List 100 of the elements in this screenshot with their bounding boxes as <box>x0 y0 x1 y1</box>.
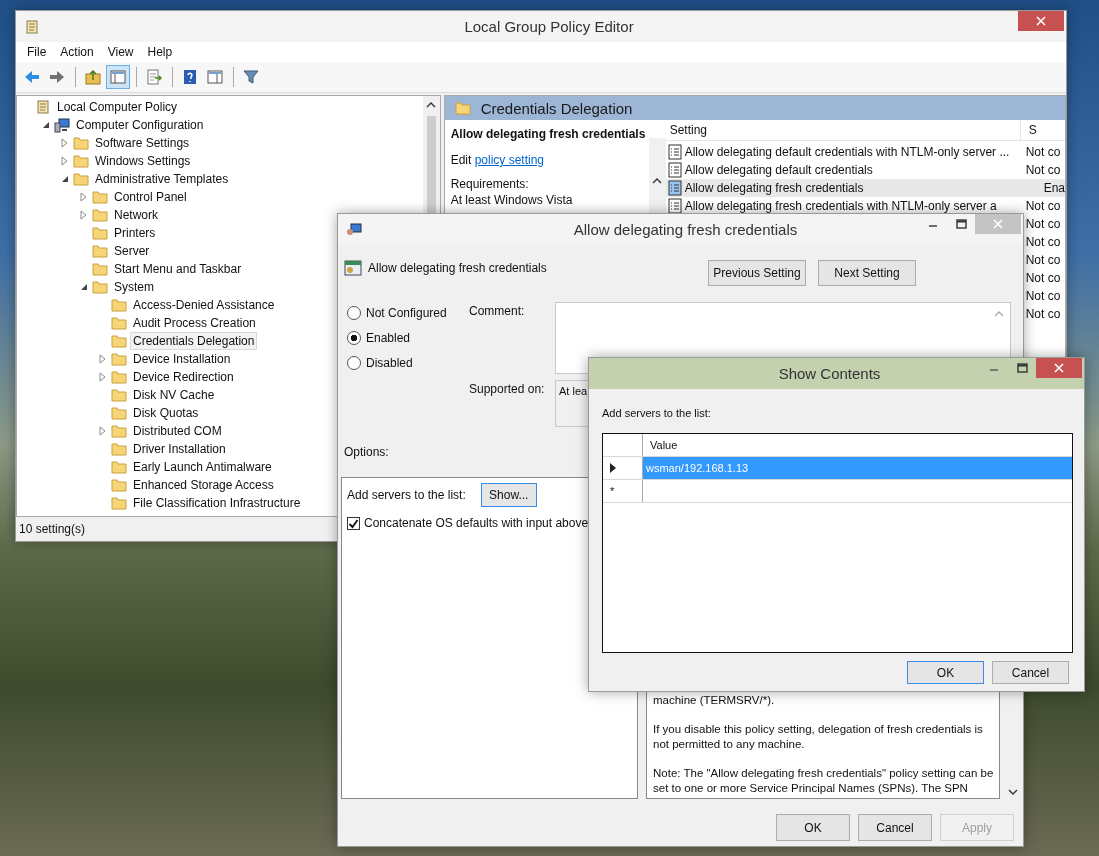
expand-arrow-icon[interactable] <box>61 156 69 166</box>
tree-item[interactable]: Access-Denied Assistance <box>130 296 278 314</box>
expand-arrow-icon[interactable] <box>61 138 69 148</box>
folder-icon <box>454 101 471 115</box>
tree-item[interactable]: Administrative Templates <box>92 170 232 188</box>
setting-state: Not co <box>1024 289 1062 303</box>
menu-item[interactable]: File <box>20 45 54 59</box>
tree-item[interactable]: Device Installation <box>130 350 234 368</box>
folder-icon <box>111 424 127 438</box>
scroll-icon <box>35 99 51 115</box>
expand-arrow-icon[interactable] <box>80 210 88 220</box>
setting-state: Not co <box>1024 163 1062 177</box>
window-title: Allow delegating fresh credentials <box>572 221 799 238</box>
tree-item[interactable]: Device Redirection <box>130 368 237 386</box>
settings-row[interactable]: Allow delegating default credentials Not co <box>665 161 1065 179</box>
settings-row[interactable]: Allow delegating default credentials with NTLM-only server ... Not co <box>665 143 1065 161</box>
tree-item[interactable]: Computer Configuration <box>73 116 207 134</box>
checkbox[interactable] <box>347 516 360 530</box>
radio-label: Disabled <box>366 356 413 370</box>
dialog-button[interactable]: OK <box>776 814 850 841</box>
scroll-up-icon[interactable] <box>426 102 437 108</box>
setting-name: Allow delegating default credentials with NTLM-only server ... <box>684 145 1010 159</box>
column-header[interactable]: Value <box>643 434 1072 456</box>
collapse-arrow-icon[interactable] <box>80 283 88 291</box>
tree-item[interactable]: Disk Quotas <box>130 404 202 422</box>
folder-icon <box>111 334 127 348</box>
tree-item[interactable]: Distributed COM <box>130 422 225 440</box>
tree-item[interactable]: Network <box>111 206 161 224</box>
policy-setting-link[interactable]: policy setting <box>474 153 545 167</box>
show-button[interactable]: Show... <box>480 483 537 507</box>
setting-name: Allow delegating fresh credentials <box>368 261 547 275</box>
setting-name: Allow delegating default credentials <box>684 163 873 177</box>
tree-pane-icon[interactable] <box>106 65 130 89</box>
tree-item[interactable]: Disk NV Cache <box>130 386 218 404</box>
radio-button[interactable] <box>347 306 361 320</box>
tree-item[interactable]: Start Menu and Taskbar <box>111 260 245 278</box>
folder-icon <box>73 172 89 186</box>
column-header[interactable]: Setting <box>665 123 1020 137</box>
tree-item[interactable]: Driver Installation <box>130 440 229 458</box>
menu-item[interactable]: Help <box>140 45 180 59</box>
folder-icon <box>111 388 127 402</box>
scroll-down-icon[interactable] <box>1008 789 1018 795</box>
status-text: 10 setting(s) <box>19 522 86 536</box>
tree-item[interactable]: File Classification Infrastructure <box>130 494 304 512</box>
current-row-icon <box>610 463 616 473</box>
help-paragraph: machine (TERMSRV/*). <box>653 693 776 708</box>
settings-row[interactable]: Allow delegating fresh credentials with NTLM-only server a Not co <box>665 197 1065 215</box>
setting-state: Not co <box>1024 199 1062 213</box>
radio-button[interactable] <box>347 331 361 345</box>
window-title: Local Group Policy Editor <box>463 18 635 35</box>
settings-row[interactable]: Allow delegating fresh credentials Ena <box>665 179 1065 197</box>
tree-item[interactable]: Control Panel <box>111 188 190 206</box>
tree-item[interactable]: Printers <box>111 224 159 242</box>
tree-item[interactable]: Audit Process Creation <box>130 314 259 332</box>
next-setting-button[interactable]: Next Setting <box>818 260 916 286</box>
folder-icon <box>111 496 127 510</box>
expand-arrow-icon[interactable] <box>99 354 107 364</box>
collapse-arrow-icon[interactable] <box>42 121 50 129</box>
requirements-label: Requirements: <box>450 176 530 192</box>
tree-item[interactable]: Credentials Delegation <box>130 332 258 350</box>
folder-icon <box>111 370 127 384</box>
tree-item[interactable]: Early Launch Antimalware <box>130 458 275 476</box>
folder-icon <box>111 460 127 474</box>
close-icon <box>993 219 1003 229</box>
expand-arrow-icon[interactable] <box>99 372 107 382</box>
tree-item[interactable]: Local Computer Policy <box>54 98 181 116</box>
setting-name: Allow delegating fresh credentials <box>684 181 864 195</box>
help-paragraph: If you disable this policy setting, delegation of fresh credentials is not permitted to any machine. <box>653 722 984 752</box>
expand-arrow-icon[interactable] <box>80 192 88 202</box>
tree-item[interactable]: Enhanced Storage Access <box>130 476 277 494</box>
radio-label: Not Configured <box>366 306 447 320</box>
previous-setting-button[interactable]: Previous Setting <box>708 260 806 286</box>
scroll-up-icon[interactable] <box>652 178 663 184</box>
close-icon <box>1054 363 1064 373</box>
folder-icon <box>92 190 108 204</box>
folder-icon <box>73 136 89 150</box>
dialog-button[interactable]: OK <box>907 661 984 684</box>
dialog-button[interactable]: Cancel <box>992 661 1069 684</box>
column-header[interactable]: S <box>1019 120 1065 141</box>
help-paragraph: Note: The "Allow delegating fresh credentials" policy setting can be set to one or more Service Principal Names (SPNs). The SPN <box>653 766 995 796</box>
setting-state: Not co <box>1024 235 1062 249</box>
tree-item[interactable]: System <box>111 278 157 296</box>
radio-button[interactable] <box>347 356 361 370</box>
menu-item[interactable]: Action <box>53 45 101 59</box>
edit-label: Edit <box>450 153 472 167</box>
close-button[interactable] <box>1018 11 1064 31</box>
tree-item[interactable]: Software Settings <box>92 134 193 152</box>
computer-icon <box>346 221 362 238</box>
folder-title: Credentials Delegation <box>480 99 633 117</box>
tree-item[interactable]: Windows Settings <box>92 152 194 170</box>
setting-name: Allow delegating fresh credentials with NTLM-only server a <box>684 199 997 213</box>
collapse-arrow-icon[interactable] <box>61 175 69 183</box>
expand-arrow-icon[interactable] <box>99 426 107 436</box>
menu-item[interactable]: View <box>100 45 141 59</box>
folder-icon <box>92 280 108 294</box>
supported-on-text: At lea <box>559 385 588 397</box>
dialog-button[interactable]: Cancel <box>858 814 932 841</box>
tree-item[interactable]: Server <box>111 242 153 260</box>
requirements-text: At least Windows Vista <box>450 192 574 208</box>
setting-state: Not co <box>1024 253 1062 267</box>
